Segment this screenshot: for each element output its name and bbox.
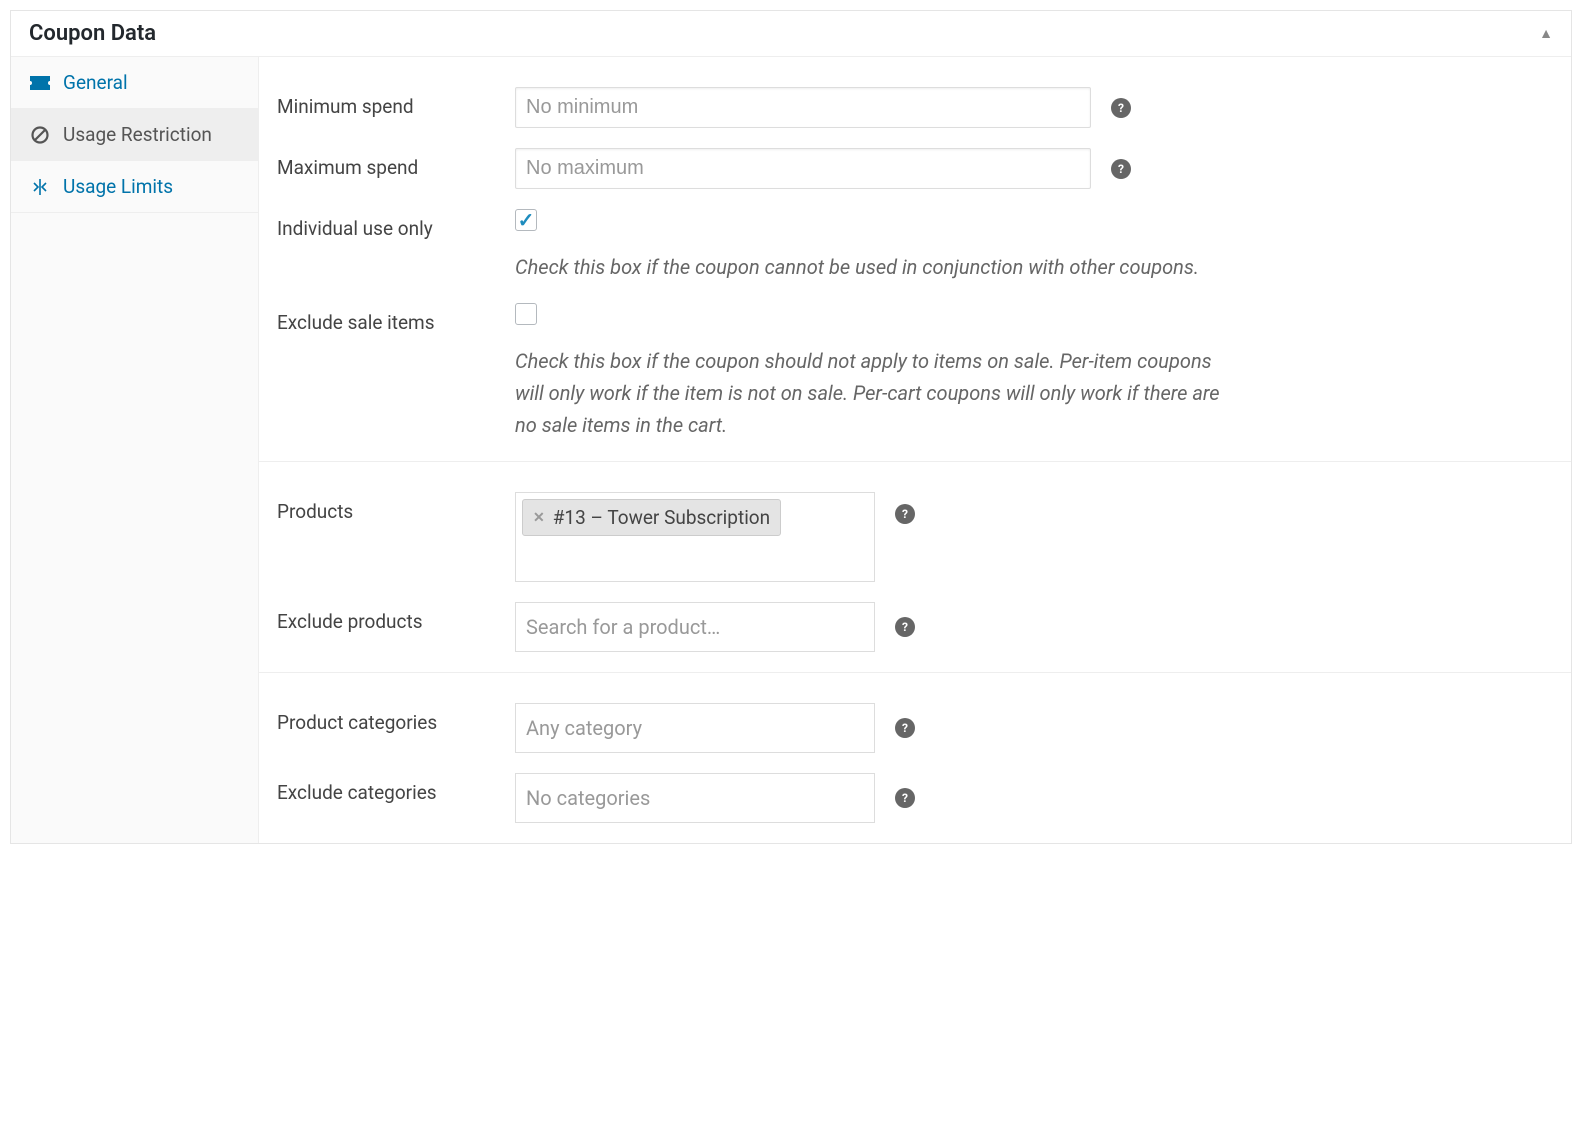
panel-title: Coupon Data bbox=[29, 21, 156, 46]
help-icon[interactable]: ? bbox=[895, 504, 915, 524]
exclude-products-placeholder: Search for a product… bbox=[522, 609, 724, 645]
product-categories-select[interactable]: Any category bbox=[515, 703, 875, 753]
product-categories-label: Product categories bbox=[277, 703, 515, 734]
tab-usage-restriction[interactable]: Usage Restriction bbox=[11, 109, 258, 161]
max-spend-row: Maximum spend ? bbox=[259, 138, 1571, 199]
individual-use-row: Individual use only Check this box if th… bbox=[259, 199, 1571, 293]
max-spend-label: Maximum spend bbox=[277, 148, 515, 179]
exclude-categories-placeholder: No categories bbox=[522, 780, 654, 816]
ticket-icon bbox=[29, 76, 51, 90]
tab-usage-limits-label: Usage Limits bbox=[63, 175, 173, 198]
exclude-sale-row: Exclude sale items Check this box if the… bbox=[259, 293, 1571, 451]
min-spend-row: Minimum spend ? bbox=[259, 77, 1571, 138]
limits-icon bbox=[29, 178, 51, 196]
max-spend-input[interactable] bbox=[515, 148, 1091, 189]
panel-header: Coupon Data ▲ bbox=[11, 11, 1571, 57]
exclude-products-select[interactable]: Search for a product… bbox=[515, 602, 875, 652]
exclude-categories-label: Exclude categories bbox=[277, 773, 515, 804]
products-label: Products bbox=[277, 492, 515, 523]
individual-use-label: Individual use only bbox=[277, 209, 515, 240]
help-icon[interactable]: ? bbox=[895, 788, 915, 808]
categories-section: Product categories Any category ? Exclud… bbox=[259, 673, 1571, 843]
individual-use-description: Check this box if the coupon cannot be u… bbox=[515, 251, 1199, 283]
tab-general[interactable]: General bbox=[11, 57, 258, 109]
spend-section: Minimum spend ? Maximum spend ? Individu… bbox=[259, 57, 1571, 462]
chip-remove-icon[interactable]: ✕ bbox=[533, 510, 545, 526]
help-icon[interactable]: ? bbox=[895, 718, 915, 738]
exclude-categories-select[interactable]: No categories bbox=[515, 773, 875, 823]
individual-use-checkbox[interactable] bbox=[515, 209, 537, 231]
products-section: Products ✕ #13 – Tower Subscription ? Ex… bbox=[259, 462, 1571, 673]
collapse-toggle-icon[interactable]: ▲ bbox=[1539, 25, 1553, 42]
help-icon[interactable]: ? bbox=[1111, 98, 1131, 118]
tab-usage-limits[interactable]: Usage Limits bbox=[11, 161, 258, 213]
help-icon[interactable]: ? bbox=[1111, 159, 1131, 179]
exclude-sale-checkbox[interactable] bbox=[515, 303, 537, 325]
tabs-sidebar: General Usage Restriction Usage Limits bbox=[11, 57, 259, 843]
exclude-sale-description: Check this box if the coupon should not … bbox=[515, 345, 1235, 441]
products-select[interactable]: ✕ #13 – Tower Subscription bbox=[515, 492, 875, 582]
exclude-products-label: Exclude products bbox=[277, 602, 515, 633]
panel-body: General Usage Restriction Usage Limits M… bbox=[11, 57, 1571, 843]
min-spend-input[interactable] bbox=[515, 87, 1091, 128]
product-categories-placeholder: Any category bbox=[522, 710, 646, 746]
exclude-products-row: Exclude products Search for a product… ? bbox=[259, 592, 1571, 662]
ban-icon bbox=[29, 126, 51, 144]
product-chip: ✕ #13 – Tower Subscription bbox=[522, 499, 781, 536]
min-spend-label: Minimum spend bbox=[277, 87, 515, 118]
tab-usage-restriction-label: Usage Restriction bbox=[63, 123, 212, 146]
product-chip-label: #13 – Tower Subscription bbox=[553, 506, 770, 529]
tab-general-label: General bbox=[63, 71, 128, 94]
coupon-data-panel: Coupon Data ▲ General Usage Restriction bbox=[10, 10, 1572, 844]
help-icon[interactable]: ? bbox=[895, 617, 915, 637]
content-area: Minimum spend ? Maximum spend ? Individu… bbox=[259, 57, 1571, 843]
exclude-categories-row: Exclude categories No categories ? bbox=[259, 763, 1571, 833]
products-row: Products ✕ #13 – Tower Subscription ? bbox=[259, 482, 1571, 592]
exclude-sale-label: Exclude sale items bbox=[277, 303, 515, 334]
product-categories-row: Product categories Any category ? bbox=[259, 693, 1571, 763]
